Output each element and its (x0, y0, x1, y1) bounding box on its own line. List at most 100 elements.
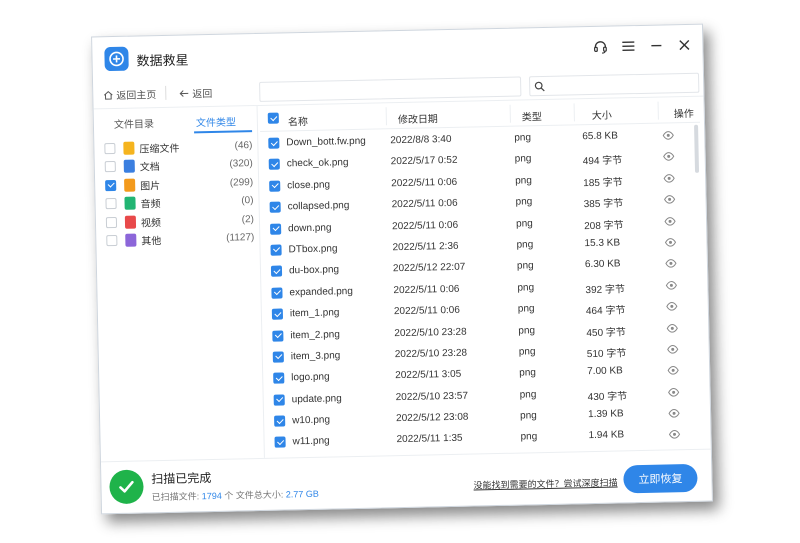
file-name: expanded.png (289, 285, 353, 299)
search-input[interactable] (528, 72, 700, 97)
type-checkbox[interactable] (105, 216, 118, 228)
row-checkbox[interactable] (270, 223, 282, 235)
row-checkbox[interactable] (271, 308, 284, 320)
file-size: 65.8 KB (582, 130, 618, 143)
file-name: Down_bott.fw.png (286, 135, 366, 149)
header-type[interactable]: 类型 (522, 108, 542, 123)
search-icon (534, 81, 545, 91)
support-headset-icon[interactable] (590, 37, 610, 57)
preview-eye-icon[interactable] (663, 152, 675, 165)
file-date: 2022/5/11 0:06 (393, 304, 460, 318)
preview-eye-icon[interactable] (664, 237, 677, 250)
header-name[interactable]: 名称 (288, 113, 308, 128)
menu-icon[interactable] (618, 36, 638, 56)
file-date: 2022/5/11 0:06 (391, 197, 458, 211)
row-checkbox[interactable] (269, 180, 281, 192)
path-field[interactable] (259, 76, 522, 102)
file-size: 385 字节 (583, 198, 624, 211)
file-type: png (516, 239, 534, 251)
type-checkbox[interactable] (105, 198, 117, 210)
type-label: 音频 (140, 199, 161, 211)
row-checkbox[interactable] (268, 158, 280, 171)
header-action: 操作 (673, 108, 694, 121)
file-size: 6.30 KB (584, 258, 621, 271)
file-date: 2022/5/11 0:06 (393, 283, 460, 296)
type-checkbox[interactable] (104, 161, 116, 173)
row-checkbox[interactable] (273, 372, 285, 385)
sidebar-tabs: 文件目录 文件类型 (94, 106, 259, 135)
preview-eye-icon[interactable] (666, 301, 678, 314)
row-checkbox[interactable] (273, 394, 285, 406)
preview-eye-icon[interactable] (667, 344, 679, 357)
type-count: (1127) (226, 232, 255, 244)
preview-eye-icon[interactable] (666, 323, 678, 336)
recover-button[interactable]: 立即恢复 (623, 463, 698, 494)
preview-eye-icon[interactable] (668, 387, 680, 400)
total-size: 2.77 GB (285, 488, 319, 500)
close-icon[interactable] (674, 35, 694, 55)
active-tab-indicator (194, 130, 253, 134)
row-checkbox[interactable] (274, 415, 286, 427)
type-count: (46) (234, 139, 253, 152)
preview-eye-icon[interactable] (665, 280, 677, 293)
home-icon (103, 90, 113, 100)
image-icon (124, 178, 136, 192)
file-table: 名称 修改日期 类型 大小 操作 Down_bott.fw.png 2022/8/… (259, 96, 707, 458)
row-checkbox[interactable] (269, 201, 281, 213)
row-checkbox[interactable] (268, 137, 280, 149)
type-count: (320) (229, 158, 253, 170)
home-label: 返回主页 (116, 90, 157, 102)
type-checkbox[interactable] (106, 235, 118, 247)
sidebar: 文件目录 文件类型 压缩文件 (46) 文档 (320) 图片 (299) 音频… (93, 105, 265, 462)
minimize-icon[interactable] (646, 35, 666, 55)
preview-eye-icon[interactable] (667, 366, 679, 379)
preview-eye-icon[interactable] (664, 216, 676, 229)
row-checkbox[interactable] (271, 287, 283, 299)
file-name: w10.png (292, 414, 331, 427)
column-divider (573, 103, 575, 122)
back-label: 返回 (192, 88, 213, 101)
file-date: 2022/5/12 23:08 (396, 411, 469, 425)
header-date[interactable]: 修改日期 (398, 110, 438, 126)
preview-eye-icon[interactable] (664, 194, 676, 207)
select-all-checkbox[interactable] (267, 112, 279, 124)
row-checkbox[interactable] (274, 436, 286, 449)
file-name: logo.png (291, 371, 330, 384)
scanned-count: 1794 (201, 490, 222, 502)
deep-scan-link[interactable]: 没能找到需要的文件？尝试深度扫描 (473, 476, 617, 492)
file-date: 2022/5/11 1:35 (396, 433, 463, 446)
check-circle-icon (109, 469, 144, 505)
total-size-label: 文件总大小: (235, 489, 284, 501)
back-button[interactable]: 返回 (179, 85, 212, 101)
header-size[interactable]: 大小 (592, 107, 612, 122)
preview-eye-icon[interactable] (663, 173, 675, 186)
preview-eye-icon[interactable] (665, 259, 677, 272)
row-checkbox[interactable] (270, 265, 283, 278)
preview-eye-icon[interactable] (668, 430, 681, 443)
tab-file-type[interactable]: 文件类型 (176, 113, 256, 130)
preview-eye-icon[interactable] (668, 408, 680, 421)
zip-icon (123, 141, 135, 155)
file-type: png (517, 303, 535, 315)
preview-eye-icon[interactable] (662, 130, 674, 143)
file-size: 430 字节 (587, 391, 628, 403)
type-checkbox[interactable] (104, 142, 116, 154)
home-button[interactable]: 返回主页 (103, 86, 156, 102)
file-size: 392 字节 (585, 284, 626, 296)
file-name: w11.png (292, 436, 330, 448)
file-date: 2022/8/8 3:40 (390, 133, 452, 147)
type-checkbox[interactable] (105, 179, 117, 191)
row-checkbox[interactable] (272, 330, 284, 342)
file-type-list: 压缩文件 (46) 文档 (320) 图片 (299) 音频 (0) 视频 (2… (104, 136, 254, 250)
file-type: png (520, 431, 538, 444)
file-date: 2022/5/11 0:06 (391, 176, 458, 189)
row-checkbox[interactable] (270, 244, 282, 256)
app-title: 数据救星 (136, 52, 189, 69)
type-item-other[interactable]: 其他 (1127) (106, 229, 254, 251)
app-logo-icon (104, 46, 129, 72)
type-label: 文档 (139, 162, 160, 174)
file-type: png (519, 367, 537, 379)
row-checkbox[interactable] (272, 351, 284, 363)
tab-file-directory[interactable]: 文件目录 (94, 115, 174, 132)
scanned-unit: 个 (224, 490, 234, 501)
